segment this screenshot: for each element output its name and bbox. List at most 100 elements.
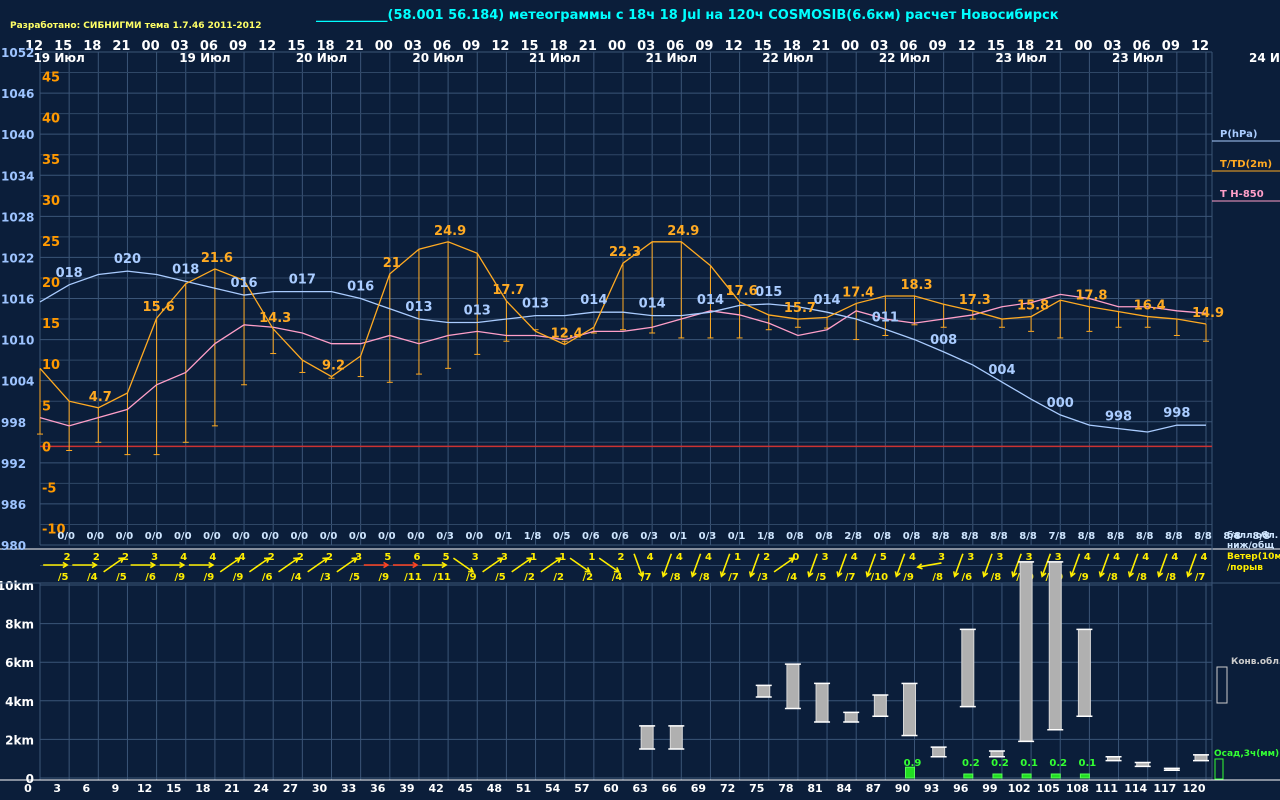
temperature-tick-label: 5 — [42, 399, 51, 414]
height-tick-label: 2km — [5, 733, 34, 747]
temperature-value-label: 17.6 — [726, 284, 758, 299]
temperature-tick-label: 30 — [42, 194, 60, 209]
convective-cloud-bar — [990, 750, 1004, 758]
wind-speed: 2 — [618, 552, 625, 563]
wind-gust: /9 — [466, 572, 477, 583]
date-label: 20 Июл — [296, 51, 347, 65]
cloud-cover-value: 2/8 — [844, 531, 862, 542]
temperature-tick-label: 40 — [42, 112, 60, 127]
cloud-cover-value: 8/8 — [1078, 531, 1096, 542]
pressure-tick-label: 1034 — [1, 169, 34, 183]
lead-hour-label: 114 — [1124, 782, 1147, 795]
temperature-value-label: 15.6 — [143, 300, 175, 315]
wind-arrow — [540, 557, 561, 573]
wind-speed: 3 — [967, 552, 974, 563]
height-tick-label: 8km — [5, 618, 34, 632]
wind-arrow — [278, 557, 299, 573]
legend-cloud-cover: балл обл. — [1227, 530, 1278, 541]
cloud-cover-value: 0/0 — [203, 531, 221, 542]
convective-cloud-bar — [1194, 754, 1208, 762]
convective-cloud-bar — [1077, 628, 1091, 717]
wind-arrow — [569, 557, 591, 573]
cloud-cover-value: 1/8 — [524, 531, 542, 542]
date-label: 23 Июл — [1112, 51, 1163, 65]
precip-bar — [992, 773, 1003, 779]
hour-label: 09 — [695, 39, 713, 54]
precip-label: 0.2 — [1049, 758, 1067, 769]
wind-speed: 2 — [122, 552, 129, 563]
temperature-tick-label: 10 — [42, 358, 60, 373]
wind-gust: /8 — [991, 572, 1002, 583]
temperature-value-label: 21 — [383, 256, 401, 271]
cloud-cover-value: 0/3 — [699, 531, 717, 542]
cloud-cover-value: 8/8 — [932, 531, 950, 542]
wind-arrow — [248, 557, 270, 573]
legend-convective: Конв.обл. — [1231, 656, 1280, 667]
wind-speed: 2 — [763, 552, 770, 563]
lead-hour-label: 108 — [1066, 782, 1089, 795]
pressure-tick-label: 980 — [1, 539, 26, 553]
pressure-value-label: 014 — [580, 293, 607, 308]
cloud-cover-value: 0/3 — [640, 531, 658, 542]
lead-hour-label: 75 — [749, 782, 764, 795]
lead-hour-label: 60 — [603, 782, 619, 795]
hour-label: 21 — [112, 39, 130, 54]
wind-speed: 3 — [996, 552, 1003, 563]
wind-speed: 0 — [792, 552, 799, 563]
lead-hour-label: 57 — [574, 782, 589, 795]
pressure-value-label: 013 — [522, 297, 549, 312]
pressure-value-label: 998 — [1163, 406, 1190, 421]
convective-cloud-bar — [932, 746, 946, 758]
wind-gust: /11 — [433, 572, 451, 583]
wind-gust: /9 — [174, 572, 185, 583]
pressure-value-label: 014 — [639, 297, 666, 312]
wind-gust: /2 — [524, 572, 535, 583]
pressure-value-label: 000 — [1047, 396, 1074, 411]
lead-hour-label: 42 — [428, 782, 443, 795]
lead-hour-label: 33 — [341, 782, 356, 795]
pressure-tick-label: 1004 — [1, 375, 34, 389]
cloud-cover-value: 0/1 — [495, 531, 513, 542]
convective-cloud-bar — [786, 663, 800, 710]
wind-speed: 1 — [530, 552, 537, 563]
meteogram-chart: 10km8km6km4km2km012 15 18 21 00 03 06 09 12 15 18 2… — [0, 39, 1280, 795]
hour-label: 18 — [83, 39, 101, 54]
legend-convective-swatch — [1216, 666, 1228, 704]
wind-gust: /4 — [787, 572, 798, 583]
wind-arrow — [336, 557, 357, 573]
pressure-value-label: 011 — [872, 310, 899, 325]
convective-cloud-bar — [1048, 561, 1062, 731]
temperature-value-label: 17.8 — [1075, 289, 1107, 304]
wind-gust: /8 — [699, 572, 710, 583]
cloud-cover-value: 8/8 — [990, 531, 1008, 542]
wind-gust: /2 — [553, 572, 564, 583]
pressure-value-label: 016 — [347, 280, 374, 295]
precip-label: 0.2 — [991, 758, 1009, 769]
lead-hour-label: 111 — [1095, 782, 1118, 795]
precip-bar — [1079, 773, 1090, 779]
cloud-cover-value: 8/8 — [1165, 531, 1183, 542]
wind-gust: /9 — [233, 572, 244, 583]
temperature-value-label: 14.3 — [259, 311, 291, 326]
pressure-value-label: 017 — [289, 273, 316, 288]
temperature-value-label: 24.9 — [434, 224, 466, 239]
lead-hour-label: 24 — [254, 782, 270, 795]
hour-label: 12 — [258, 39, 276, 54]
wind-gust: /4 — [612, 572, 623, 583]
height-tick-label: 4km — [5, 695, 34, 709]
cloud-cover-value: 8/8 — [1019, 531, 1037, 542]
wind-gust: /9 — [1078, 572, 1089, 583]
cloud-cover-value: 1/8 — [757, 531, 775, 542]
wind-speed: 2 — [64, 552, 71, 563]
pressure-value-label: 015 — [755, 285, 782, 300]
lead-hour-label: 21 — [224, 782, 239, 795]
lead-hour-label: 117 — [1153, 782, 1176, 795]
wind-gust: /7 — [728, 572, 739, 583]
cloud-cover-value: 0/0 — [87, 531, 105, 542]
pressure-tick-label: 1040 — [1, 128, 34, 142]
hour-label: 00 — [1074, 39, 1092, 54]
temperature-tick-label: 0 — [42, 440, 51, 455]
wind-arrow — [103, 557, 124, 573]
wind-speed: 4 — [209, 552, 216, 563]
cloud-cover-value: 0/0 — [465, 531, 483, 542]
